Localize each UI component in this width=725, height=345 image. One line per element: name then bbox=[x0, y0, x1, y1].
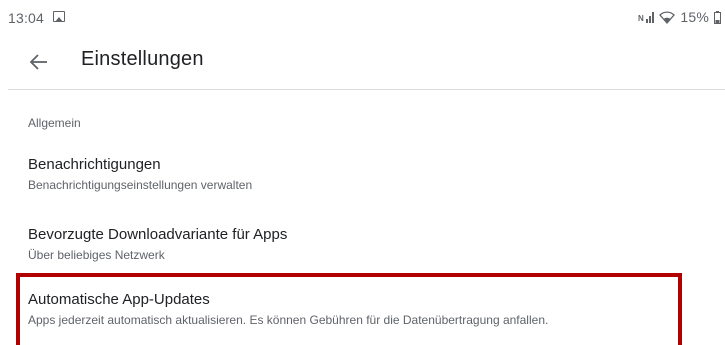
svg-text:N: N bbox=[638, 14, 644, 23]
setting-auto-app-updates[interactable]: Automatische App-Updates Apps jederzeit … bbox=[0, 285, 725, 335]
setting-subtitle: Benachrichtigungseinstellungen verwalten bbox=[28, 178, 253, 192]
setting-download-preference[interactable]: Bevorzugte Downloadvariante für Apps Übe… bbox=[0, 220, 725, 270]
status-bar: 13:04 N 15% bbox=[0, 0, 725, 36]
setting-title: Automatische App-Updates bbox=[28, 291, 210, 308]
page-title: Einstellungen bbox=[81, 48, 204, 70]
status-indicators: N 15% bbox=[638, 9, 721, 25]
battery-icon bbox=[714, 10, 721, 24]
toolbar-divider bbox=[8, 89, 725, 90]
battery-percent: 15% bbox=[680, 9, 709, 25]
setting-subtitle: Über beliebiges Netzwerk bbox=[28, 248, 165, 262]
section-header-general: Allgemein bbox=[28, 116, 81, 130]
setting-title: Benachrichtigungen bbox=[28, 156, 161, 173]
status-time: 13:04 bbox=[8, 10, 45, 26]
mobile-signal-icon: N bbox=[638, 11, 655, 24]
setting-notifications[interactable]: Benachrichtigungen Benachrichtigungseins… bbox=[0, 150, 725, 200]
setting-subtitle: Apps jederzeit automatisch aktualisieren… bbox=[28, 313, 549, 327]
app-toolbar: Einstellungen bbox=[0, 36, 725, 90]
image-icon bbox=[53, 11, 65, 22]
setting-title: Bevorzugte Downloadvariante für Apps bbox=[28, 226, 288, 243]
back-arrow-icon[interactable] bbox=[28, 51, 50, 73]
wifi-icon bbox=[659, 10, 676, 24]
